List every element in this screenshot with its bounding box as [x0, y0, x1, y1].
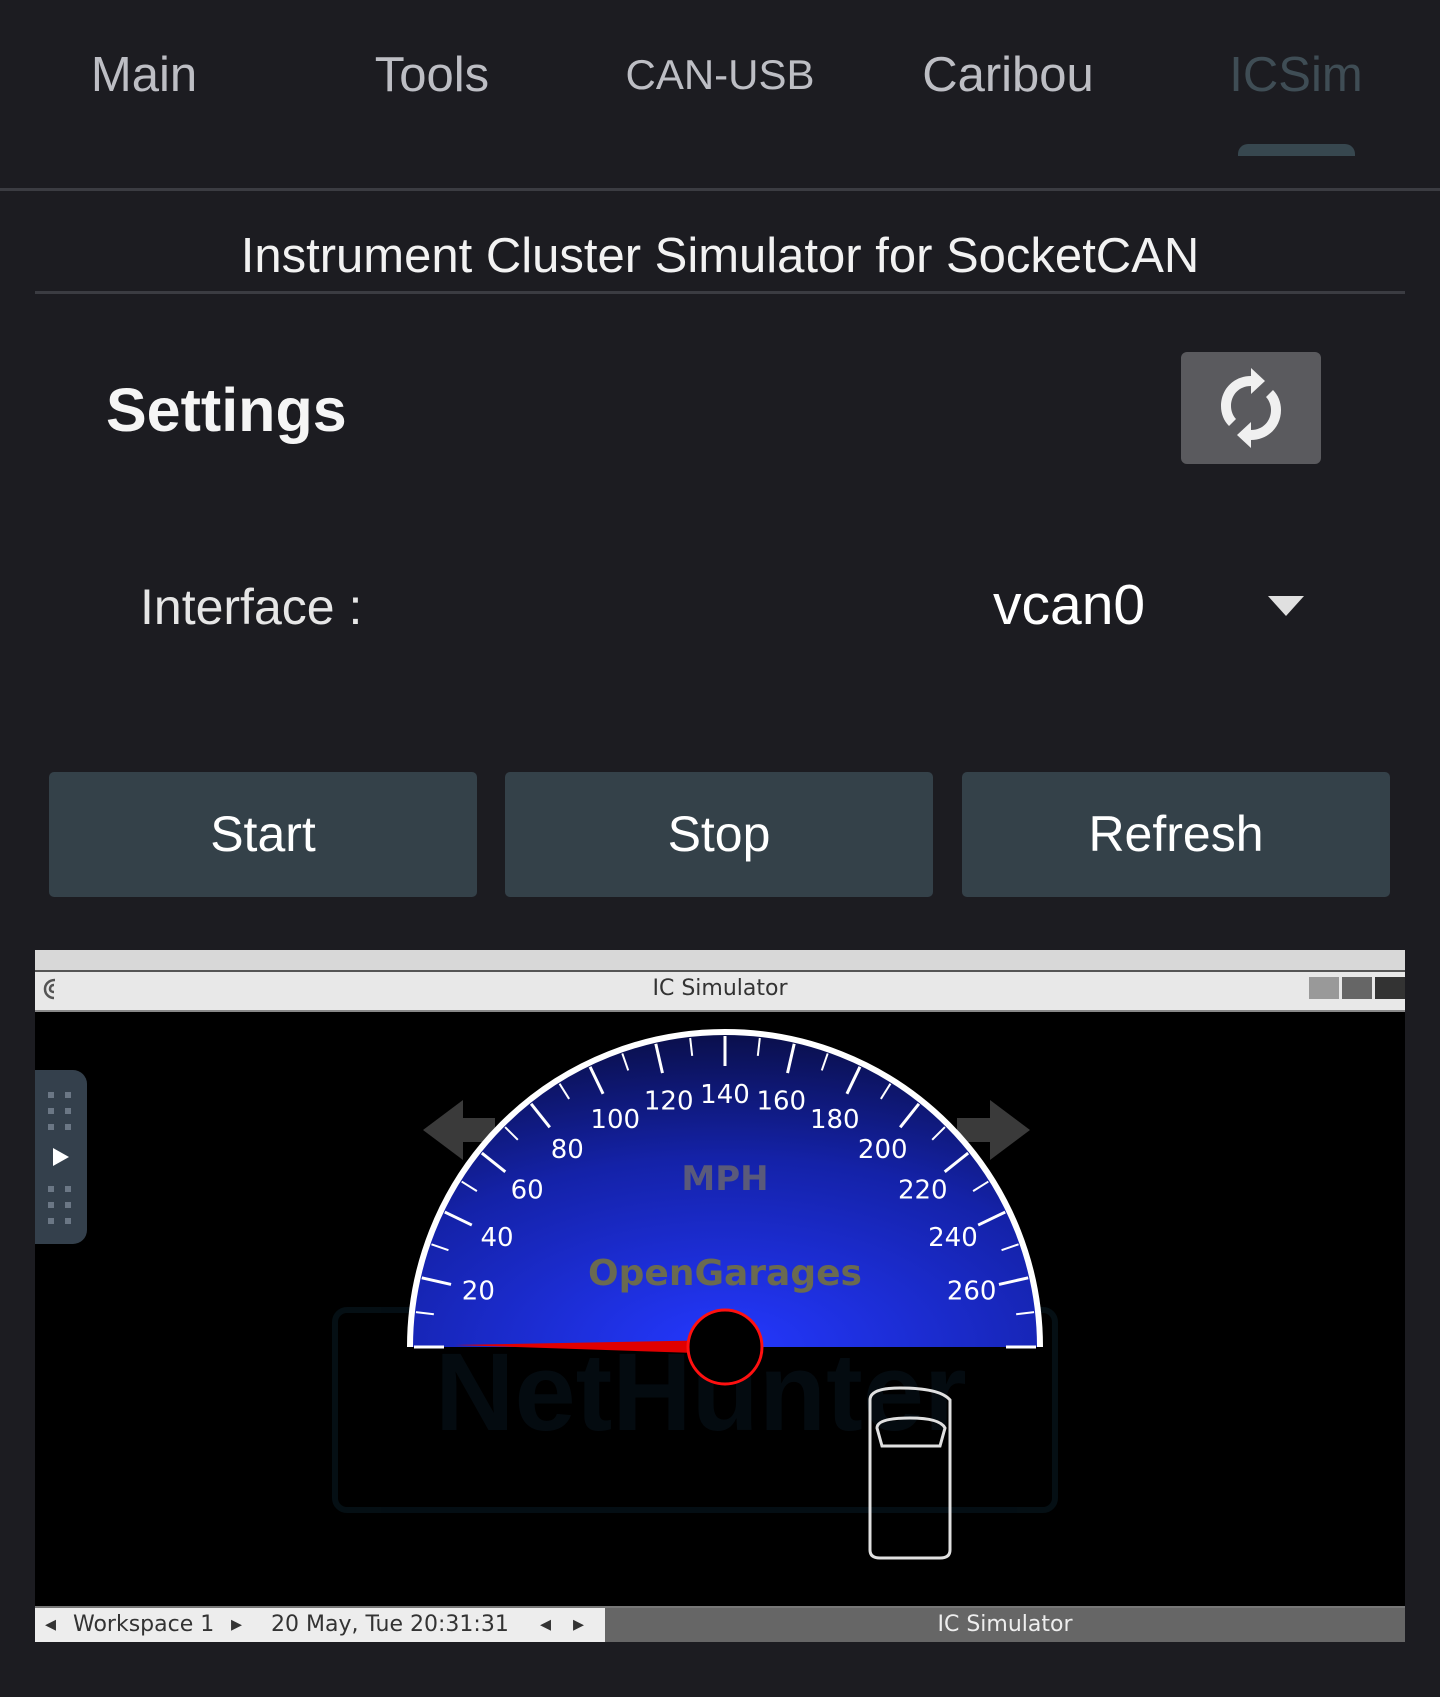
- gauge-brand: OpenGarages: [588, 1253, 862, 1294]
- needle-hub: [686, 1308, 764, 1386]
- task-next-icon[interactable]: ▸: [573, 1612, 584, 1637]
- gauge-tick-label: 160: [756, 1086, 806, 1116]
- interface-label: Interface :: [140, 579, 363, 635]
- grip-dots-icon: [48, 1092, 71, 1224]
- gauge-tick-label: 80: [551, 1135, 584, 1165]
- tab-caribou[interactable]: Caribou: [864, 40, 1152, 110]
- taskbar-window-button[interactable]: IC Simulator: [605, 1608, 1405, 1642]
- play-icon[interactable]: [53, 1148, 69, 1166]
- speedometer: NetHunter 20406080100120 140 1601802002202…: [332, 1029, 1058, 1560]
- tab-tools[interactable]: Tools: [288, 40, 576, 110]
- vnc-side-handle[interactable]: [35, 1070, 87, 1244]
- task-prev-icon[interactable]: ◂: [540, 1612, 551, 1637]
- gauge-tick-label: 120: [644, 1086, 694, 1116]
- workspace-prev-icon[interactable]: ◂: [45, 1612, 56, 1637]
- gauge-tick-label: 240: [928, 1223, 978, 1253]
- workspace-label[interactable]: Workspace 1: [73, 1612, 214, 1637]
- clock: 20 May, Tue 20:31:31: [271, 1612, 509, 1637]
- close-icon[interactable]: [1375, 977, 1405, 999]
- page-subtitle: Instrument Cluster Simulator for SocketC…: [240, 229, 1200, 283]
- window-title: IC Simulator: [652, 976, 788, 1001]
- vnc-view[interactable]: IC Simulator NetHunter 20 40 60 80 100 120 140…: [35, 950, 1405, 1642]
- start-button[interactable]: Start: [49, 772, 477, 897]
- gauge-tick-label: 260: [947, 1277, 997, 1307]
- taskbar: ◂ Workspace 1 ▸ 20 May, Tue 20:31:31 ◂ ▸…: [35, 1606, 1405, 1642]
- active-tab-indicator: [1238, 144, 1355, 156]
- sync-button[interactable]: [1181, 352, 1321, 464]
- settings-heading: Settings: [106, 376, 347, 444]
- gauge-tick-label: 20: [462, 1277, 495, 1307]
- chevron-down-icon[interactable]: [1268, 596, 1304, 616]
- maximize-icon[interactable]: [1342, 977, 1372, 999]
- gauge-tick-label: 140: [700, 1080, 750, 1110]
- window-titlebar: IC Simulator: [35, 970, 1405, 1012]
- gauge-tick-label: 100: [590, 1105, 640, 1135]
- vnc-top-bar: [35, 950, 1405, 970]
- gauge-tick-label: 200: [858, 1135, 908, 1165]
- window-controls[interactable]: [1309, 977, 1405, 1001]
- divider: [35, 291, 1405, 294]
- sync-icon: [1221, 368, 1281, 448]
- gauge-unit: MPH: [681, 1159, 768, 1199]
- minimize-icon[interactable]: [1309, 977, 1339, 999]
- workspace-next-icon[interactable]: ▸: [231, 1612, 242, 1637]
- tab-icsim[interactable]: ICSim: [1152, 40, 1440, 110]
- stop-button[interactable]: Stop: [505, 772, 933, 897]
- gauge-tick-label: 220: [898, 1175, 948, 1205]
- gauge-tick-label: 40: [481, 1223, 514, 1253]
- refresh-button[interactable]: Refresh: [962, 772, 1390, 897]
- gauge-tick-label: 180: [810, 1105, 860, 1135]
- tab-main[interactable]: Main: [0, 40, 288, 110]
- tab-bar: Main Tools CAN-USB Caribou ICSim: [0, 0, 1440, 191]
- tab-can-usb[interactable]: CAN-USB: [576, 40, 864, 110]
- interface-select[interactable]: vcan0: [993, 572, 1145, 638]
- gauge-tick-label: 60: [511, 1175, 544, 1205]
